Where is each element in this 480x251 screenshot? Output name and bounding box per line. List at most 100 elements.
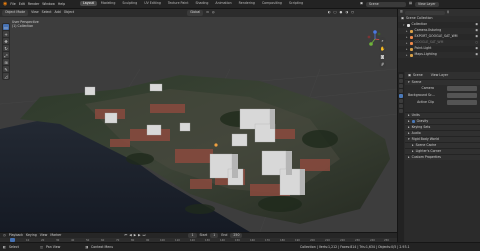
viewport-nav-buttons: ⌕ ✋ ◙ # [379, 37, 387, 68]
menu-edit[interactable]: Edit [19, 2, 25, 6]
expand-arrow-icon[interactable]: ▸ [406, 29, 408, 33]
audio-title: Audio [411, 130, 421, 135]
menu-view[interactable]: View [31, 11, 39, 14]
tab-texture-paint[interactable]: Texture Paint [165, 1, 192, 6]
background-scene-label: Background Sc... [408, 92, 435, 97]
menu-marker[interactable]: Marker [50, 233, 61, 237]
tab-animation[interactable]: Animation [212, 1, 234, 6]
menu-playback[interactable]: Playback [9, 233, 23, 237]
timeline-header: ◷ Playback Keying View Marker ⏮ ◀ ▶ ▶ ⏭ … [0, 232, 397, 238]
camera-view-icon[interactable]: ◙ [379, 53, 386, 60]
cursor-tool-icon[interactable]: + [3, 31, 9, 37]
menu-add[interactable]: Add [55, 11, 61, 14]
measure-tool-icon[interactable]: ◿ [3, 73, 9, 79]
jump-end-icon[interactable]: ⏭ [143, 233, 146, 237]
visibility-eye-icon[interactable]: ◉ [475, 35, 478, 38]
expand-arrow-icon[interactable]: ▾ [403, 23, 405, 27]
visibility-eye-icon[interactable]: ◉ [475, 23, 478, 26]
rotate-tool-icon[interactable]: ↻ [3, 45, 9, 51]
prev-key-icon[interactable]: ◀ [129, 233, 131, 237]
shading-material-icon[interactable]: ◑ [345, 11, 348, 14]
tab-rendering[interactable]: Rendering [236, 1, 258, 6]
menu-render[interactable]: Render [28, 2, 39, 6]
menu-file[interactable]: File [10, 2, 15, 6]
workspace-tabs: Layout Modeling Sculpting UV Editing Tex… [80, 1, 306, 7]
visibility-eye-icon[interactable]: ◉ [475, 29, 478, 32]
transform-tool-icon[interactable]: ⊞ [3, 59, 9, 65]
next-key-icon[interactable]: ▶ [138, 233, 140, 237]
start-label: Start [199, 232, 208, 237]
render-tab-icon[interactable] [399, 79, 403, 83]
snap-icon[interactable]: ⊙ [206, 11, 209, 14]
background-scene-field[interactable] [447, 93, 477, 98]
tab-scripting[interactable]: Scripting [286, 1, 306, 6]
expand-arrow-icon[interactable]: ▸ [406, 47, 408, 51]
blender-logo-icon[interactable]: ◉ [3, 2, 7, 7]
transform-orientation-dropdown[interactable]: Global [187, 10, 204, 16]
xray-icon[interactable]: ▢ [334, 11, 337, 14]
custom-properties-section[interactable]: ▸ Custom Properties [405, 154, 480, 160]
select-box-tool-icon[interactable]: ▭ [3, 24, 9, 30]
menu-view[interactable]: View [40, 233, 48, 237]
gravity-title: Gravity [416, 118, 429, 123]
right-panel: ☰ ⚲ ▣ Scene Collection ▾ Collection ◉ ▸ … [397, 9, 480, 242]
pan-hand-icon[interactable]: ✋ [379, 45, 386, 52]
tab-modeling[interactable]: Modeling [98, 1, 119, 6]
expand-arrow-icon[interactable]: ▸ [406, 35, 408, 39]
menu-select[interactable]: Select [42, 11, 52, 14]
scene-selector[interactable]: Scene [366, 2, 407, 8]
visibility-eye-icon[interactable]: ◉ [475, 53, 478, 56]
modifier-tab-icon[interactable] [399, 109, 403, 113]
view-layer-tab-icon[interactable] [399, 89, 403, 93]
main-menu: ◉ File Edit Render Window Help [3, 2, 65, 7]
move-tool-icon[interactable]: ✥ [3, 38, 9, 44]
object-mode-dropdown[interactable]: Object Mode [2, 10, 29, 16]
scale-tool-icon[interactable]: ⤢ [3, 52, 9, 58]
menu-keying[interactable]: Keying [26, 233, 37, 237]
gravity-checkbox[interactable] [411, 120, 415, 123]
visibility-eye-icon[interactable]: ◉ [475, 47, 478, 50]
scene-cache-title: Scene Cache [415, 142, 437, 147]
annotate-tool-icon[interactable]: ✎ [3, 66, 9, 72]
grid-toggle-icon[interactable]: # [379, 61, 386, 68]
filter-icon[interactable]: ⚲ [447, 10, 449, 14]
zoom-icon[interactable]: ⌕ [379, 37, 386, 44]
camera-object-icon [409, 29, 413, 33]
outliner-item-label: Maps.Lighting [414, 52, 437, 57]
play-icon[interactable]: ▶ [134, 233, 136, 237]
tab-sculpting[interactable]: Sculpting [119, 1, 140, 6]
menu-object[interactable]: Object [64, 11, 74, 14]
view-layer-selector[interactable]: View Layer [415, 2, 439, 8]
shading-rendered-icon[interactable]: ○ [351, 11, 354, 14]
overlay-icon[interactable]: ◐ [328, 11, 331, 14]
menu-window[interactable]: Window [42, 2, 55, 6]
scene-section-title: Scene [411, 79, 422, 84]
camera-field[interactable] [447, 86, 477, 91]
shading-solid-icon[interactable]: ● [340, 11, 343, 14]
tab-compositing[interactable]: Compositing [259, 1, 285, 6]
output-tab-icon[interactable] [399, 84, 403, 88]
tab-shading[interactable]: Shading [192, 1, 211, 6]
timeline-editor-icon[interactable]: ◷ [3, 233, 6, 237]
status-context-label: Context Menu [91, 245, 114, 249]
3d-viewport[interactable]: Object Mode View Select Add Object Globa… [0, 9, 397, 232]
active-clip-field[interactable] [447, 100, 477, 105]
expand-arrow-icon[interactable]: ▸ [406, 53, 408, 57]
outliner-search-input[interactable] [404, 10, 445, 15]
outliner-row[interactable]: ▸ Maps.Lighting ◉ [398, 52, 480, 58]
tab-layout[interactable]: Layout [80, 1, 97, 7]
scene-tab-icon[interactable] [399, 94, 403, 98]
object-tab-icon[interactable] [399, 104, 403, 108]
menu-help[interactable]: Help [58, 2, 65, 6]
collapse-arrow-icon: ▾ [408, 79, 410, 84]
world-tab-icon[interactable] [399, 99, 403, 103]
jump-start-icon[interactable]: ⏮ [124, 233, 127, 237]
city-terrain-render [0, 68, 397, 232]
tool-tab-icon[interactable] [399, 74, 403, 78]
outliner-editor-icon[interactable]: ☰ [400, 10, 403, 14]
tab-uv-editing[interactable]: UV Editing [141, 1, 164, 6]
proportional-edit-icon[interactable]: ◎ [212, 11, 215, 14]
visibility-eye-icon[interactable]: ◌ [475, 41, 478, 44]
expand-arrow-icon[interactable]: ▸ [406, 41, 408, 45]
outliner-item-label: Collection [411, 22, 428, 27]
